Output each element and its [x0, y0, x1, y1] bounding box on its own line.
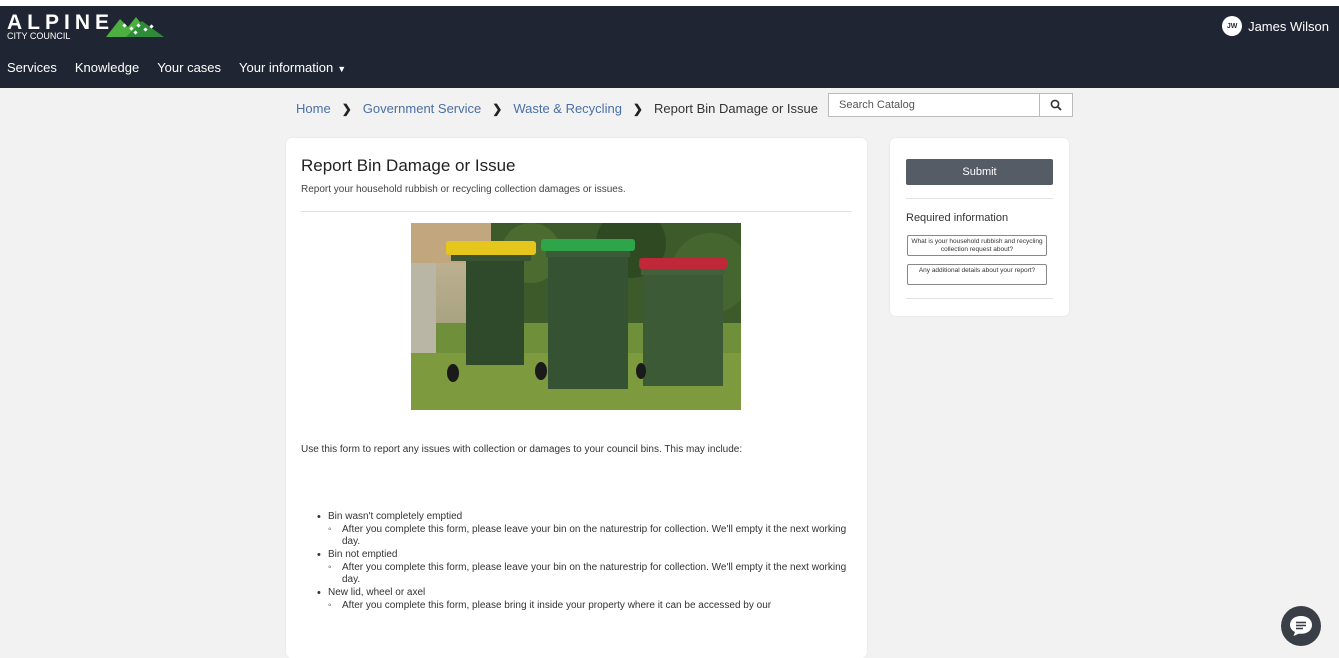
list-item: New lid, wheel or axel After you complet… — [314, 587, 854, 612]
nav-your-cases[interactable]: Your cases — [157, 60, 221, 75]
avatar: JW — [1222, 16, 1243, 36]
list-item: Bin not emptied After you complete this … — [314, 549, 854, 586]
search-icon — [1050, 99, 1062, 111]
nav-knowledge[interactable]: Knowledge — [75, 60, 139, 75]
breadcrumb-home[interactable]: Home — [296, 101, 331, 116]
chevron-right-icon: ❯ — [341, 101, 352, 116]
search-button[interactable] — [1039, 94, 1072, 116]
wheelie-bins-image — [411, 223, 741, 410]
list-item-detail: After you complete this form, please lea… — [328, 524, 854, 548]
logo-mountain-icon — [106, 17, 164, 37]
nav-your-information-label: Your information — [239, 59, 334, 75]
submit-button[interactable]: Submit — [906, 159, 1053, 185]
breadcrumb: Home ❯ Government Service ❯ Waste & Recy… — [296, 101, 818, 116]
list-item-label: New lid, wheel or axel — [328, 587, 426, 598]
search-input[interactable] — [829, 94, 1041, 116]
chat-button[interactable] — [1281, 606, 1321, 646]
nav-services[interactable]: Services — [7, 60, 57, 75]
intro-text: Use this form to report any issues with … — [301, 444, 743, 455]
divider — [906, 198, 1053, 199]
main-nav: Services Knowledge Your cases Your infor… — [0, 56, 357, 78]
required-field-link[interactable]: What is your household rubbish and recyc… — [907, 235, 1047, 256]
list-item-detail: After you complete this form, please lea… — [328, 562, 854, 586]
breadcrumb-government-service[interactable]: Government Service — [363, 101, 482, 116]
logo[interactable]: ALPINE CITY COUNCIL — [7, 11, 167, 45]
required-info-title: Required information — [906, 212, 1009, 224]
nav-your-information[interactable]: Your information ▼ — [239, 60, 346, 75]
issue-list: Bin wasn't completely emptied After you … — [314, 511, 854, 613]
page-subtitle: Report your household rubbish or recycli… — [301, 184, 626, 195]
site-header: ALPINE CITY COUNCIL JW James Wilson Serv… — [0, 6, 1339, 88]
divider — [906, 298, 1053, 299]
logo-subtitle: CITY COUNCIL — [7, 31, 71, 41]
list-item-label: Bin not emptied — [328, 549, 398, 560]
required-field-link[interactable]: Any additional details about your report… — [907, 264, 1047, 285]
submit-panel: Submit Required information What is your… — [890, 138, 1069, 316]
list-item-label: Bin wasn't completely emptied — [328, 511, 463, 522]
list-item: Bin wasn't completely emptied After you … — [314, 511, 854, 548]
chevron-right-icon: ❯ — [492, 101, 503, 116]
divider — [301, 211, 852, 212]
chevron-right-icon: ❯ — [632, 101, 643, 116]
breadcrumb-current: Report Bin Damage or Issue — [653, 101, 819, 116]
chat-bubble-icon — [1290, 616, 1312, 636]
user-menu[interactable]: JW James Wilson — [1222, 15, 1329, 37]
page-title: Report Bin Damage or Issue — [301, 156, 516, 175]
list-item-detail: After you complete this form, please bri… — [328, 600, 854, 612]
breadcrumb-waste-recycling[interactable]: Waste & Recycling — [513, 101, 622, 116]
user-name: James Wilson — [1248, 18, 1329, 34]
search-box — [828, 93, 1073, 117]
form-card: Report Bin Damage or Issue Report your h… — [286, 138, 867, 658]
caret-down-icon: ▼ — [337, 63, 347, 74]
